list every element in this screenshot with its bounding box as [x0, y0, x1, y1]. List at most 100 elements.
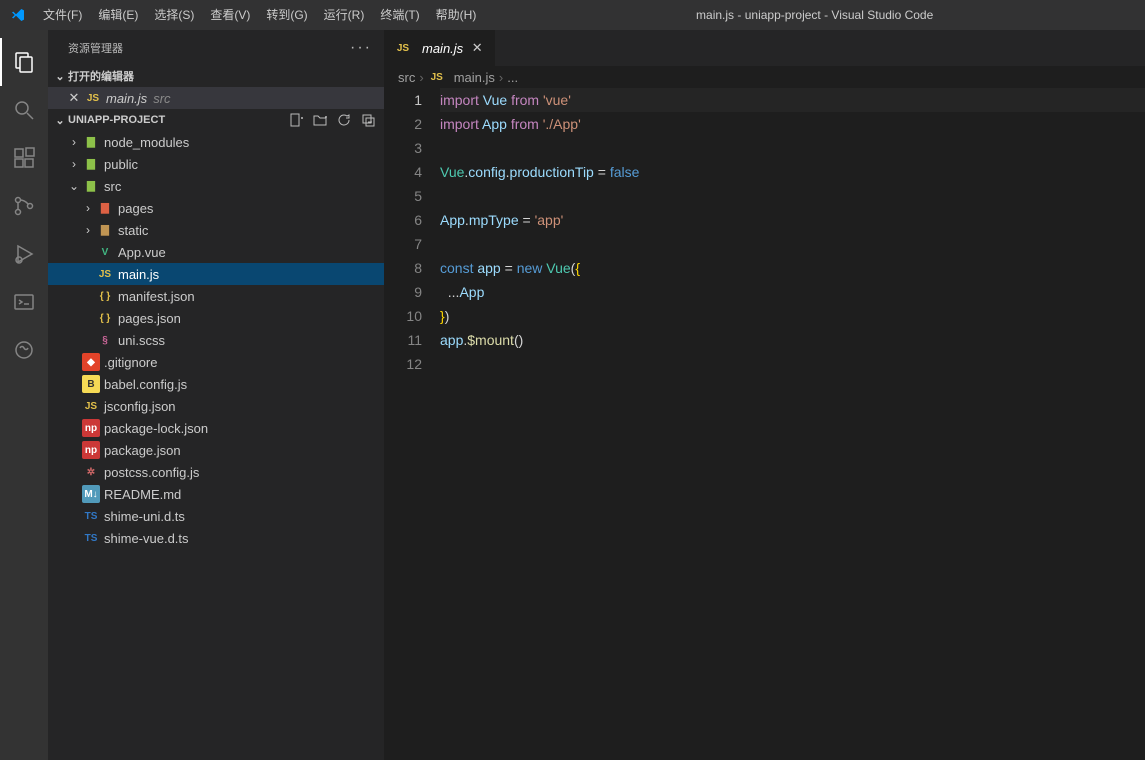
chevron-right-icon: ›: [499, 70, 503, 85]
breadcrumb-item[interactable]: main.js: [454, 70, 495, 85]
terminal-icon[interactable]: [0, 278, 48, 326]
menu-item[interactable]: 转到(G): [258, 0, 315, 30]
tree-folder[interactable]: ›▇public: [48, 153, 384, 175]
js-file-icon: JS: [428, 68, 446, 86]
menu-item[interactable]: 文件(F): [35, 0, 90, 30]
code-line[interactable]: const app = new Vue({: [440, 256, 1145, 280]
tree-file[interactable]: §uni.scss: [48, 329, 384, 351]
more-actions-icon[interactable]: ···: [350, 39, 372, 57]
folder-icon: ▇: [82, 155, 100, 173]
file-icon: M↓: [82, 485, 100, 503]
breadcrumbs[interactable]: src›JSmain.js›...: [384, 66, 1145, 88]
file-icon: np: [82, 419, 100, 437]
menu-item[interactable]: 帮助(H): [428, 0, 485, 30]
close-icon[interactable]: ✕: [64, 90, 84, 106]
source-control-icon[interactable]: [0, 182, 48, 230]
tree-file[interactable]: nppackage-lock.json: [48, 417, 384, 439]
new-file-icon[interactable]: [288, 112, 304, 128]
extensions-icon[interactable]: [0, 134, 48, 182]
tree-file[interactable]: JSjsconfig.json: [48, 395, 384, 417]
code-line[interactable]: ...App: [440, 280, 1145, 304]
code-editor[interactable]: 123456789101112 import Vue from 'vue'imp…: [384, 88, 1145, 760]
js-file-icon: JS: [84, 89, 102, 107]
tree-label: README.md: [104, 487, 181, 502]
code-line[interactable]: [440, 184, 1145, 208]
file-icon: JS: [82, 397, 100, 415]
line-number: 1: [384, 88, 422, 112]
tree-file[interactable]: ◆ .gitignore: [48, 351, 384, 373]
code-line[interactable]: Vue.config.productionTip = false: [440, 160, 1145, 184]
file-icon: V: [96, 243, 114, 261]
tree-folder[interactable]: ›▇node_modules: [48, 131, 384, 153]
file-icon: ◆: [82, 353, 100, 371]
menu-item[interactable]: 选择(S): [146, 0, 202, 30]
tree-label: pages.json: [118, 311, 181, 326]
project-actions: [288, 112, 376, 128]
code-line[interactable]: [440, 136, 1145, 160]
sidebar-title: 资源管理器: [68, 40, 123, 56]
tree-file[interactable]: { }manifest.json: [48, 285, 384, 307]
file-icon: JS: [96, 265, 114, 283]
tree-file[interactable]: TSshime-uni.d.ts: [48, 505, 384, 527]
tree-label: .gitignore: [104, 355, 157, 370]
line-number: 9: [384, 280, 422, 304]
new-folder-icon[interactable]: [312, 112, 328, 128]
open-editors-section[interactable]: ⌄ 打开的编辑器: [48, 65, 384, 87]
code-line[interactable]: import Vue from 'vue': [440, 88, 1145, 112]
menu-item[interactable]: 运行(R): [316, 0, 373, 30]
tree-folder[interactable]: ›▇pages: [48, 197, 384, 219]
code-lines[interactable]: import Vue from 'vue'import App from './…: [440, 88, 1145, 760]
close-icon[interactable]: ✕: [469, 40, 485, 56]
code-line[interactable]: import App from './App': [440, 112, 1145, 136]
folder-icon: ▇: [96, 221, 114, 239]
tree-label: public: [104, 157, 138, 172]
chat-icon[interactable]: [0, 326, 48, 374]
code-line[interactable]: app.$mount(): [440, 328, 1145, 352]
menu-item[interactable]: 查看(V): [202, 0, 258, 30]
tree-label: postcss.config.js: [104, 465, 199, 480]
tree-file[interactable]: VApp.vue: [48, 241, 384, 263]
chevron-down-icon: ⌄: [52, 114, 68, 127]
file-icon: { }: [96, 287, 114, 305]
line-number: 2: [384, 112, 422, 136]
explorer-icon[interactable]: [0, 38, 48, 86]
editor-tabs: JS main.js ✕: [384, 30, 1145, 66]
project-section[interactable]: ⌄ UNIAPP-PROJECT: [48, 109, 384, 131]
search-icon[interactable]: [0, 86, 48, 134]
editor-tab[interactable]: JS main.js ✕: [384, 30, 496, 66]
folder-icon: ▇: [82, 133, 100, 151]
tree-label: uni.scss: [118, 333, 165, 348]
line-number: 6: [384, 208, 422, 232]
code-line[interactable]: App.mpType = 'app': [440, 208, 1145, 232]
tree-file[interactable]: M↓ README.md: [48, 483, 384, 505]
open-file-name: main.js: [106, 91, 147, 106]
tree-file[interactable]: Bbabel.config.js: [48, 373, 384, 395]
code-line[interactable]: }): [440, 304, 1145, 328]
menu-item[interactable]: 编辑(E): [90, 0, 146, 30]
menu-item[interactable]: 终端(T): [372, 0, 427, 30]
line-gutter: 123456789101112: [384, 88, 440, 760]
tree-file[interactable]: TSshime-vue.d.ts: [48, 527, 384, 549]
tree-file[interactable]: { }pages.json: [48, 307, 384, 329]
chevron-down-icon: ⌄: [66, 179, 82, 193]
code-line[interactable]: [440, 232, 1145, 256]
code-line[interactable]: [440, 352, 1145, 376]
open-editor-item[interactable]: ✕ JS main.js src: [48, 87, 384, 109]
line-number: 8: [384, 256, 422, 280]
breadcrumb-item[interactable]: ...: [507, 70, 518, 85]
refresh-icon[interactable]: [336, 112, 352, 128]
breadcrumb-item[interactable]: src: [398, 70, 415, 85]
file-tree: ›▇node_modules›▇public⌄▇src›▇pages›▇stat…: [48, 131, 384, 760]
line-number: 11: [384, 328, 422, 352]
tree-folder[interactable]: ⌄▇src: [48, 175, 384, 197]
line-number: 12: [384, 352, 422, 376]
tree-file[interactable]: ✲postcss.config.js: [48, 461, 384, 483]
line-number: 7: [384, 232, 422, 256]
collapse-all-icon[interactable]: [360, 112, 376, 128]
tree-folder[interactable]: ›▇static: [48, 219, 384, 241]
js-file-icon: JS: [394, 39, 412, 57]
run-debug-icon[interactable]: [0, 230, 48, 278]
tree-file[interactable]: nppackage.json: [48, 439, 384, 461]
tree-file[interactable]: JSmain.js: [48, 263, 384, 285]
line-number: 4: [384, 160, 422, 184]
